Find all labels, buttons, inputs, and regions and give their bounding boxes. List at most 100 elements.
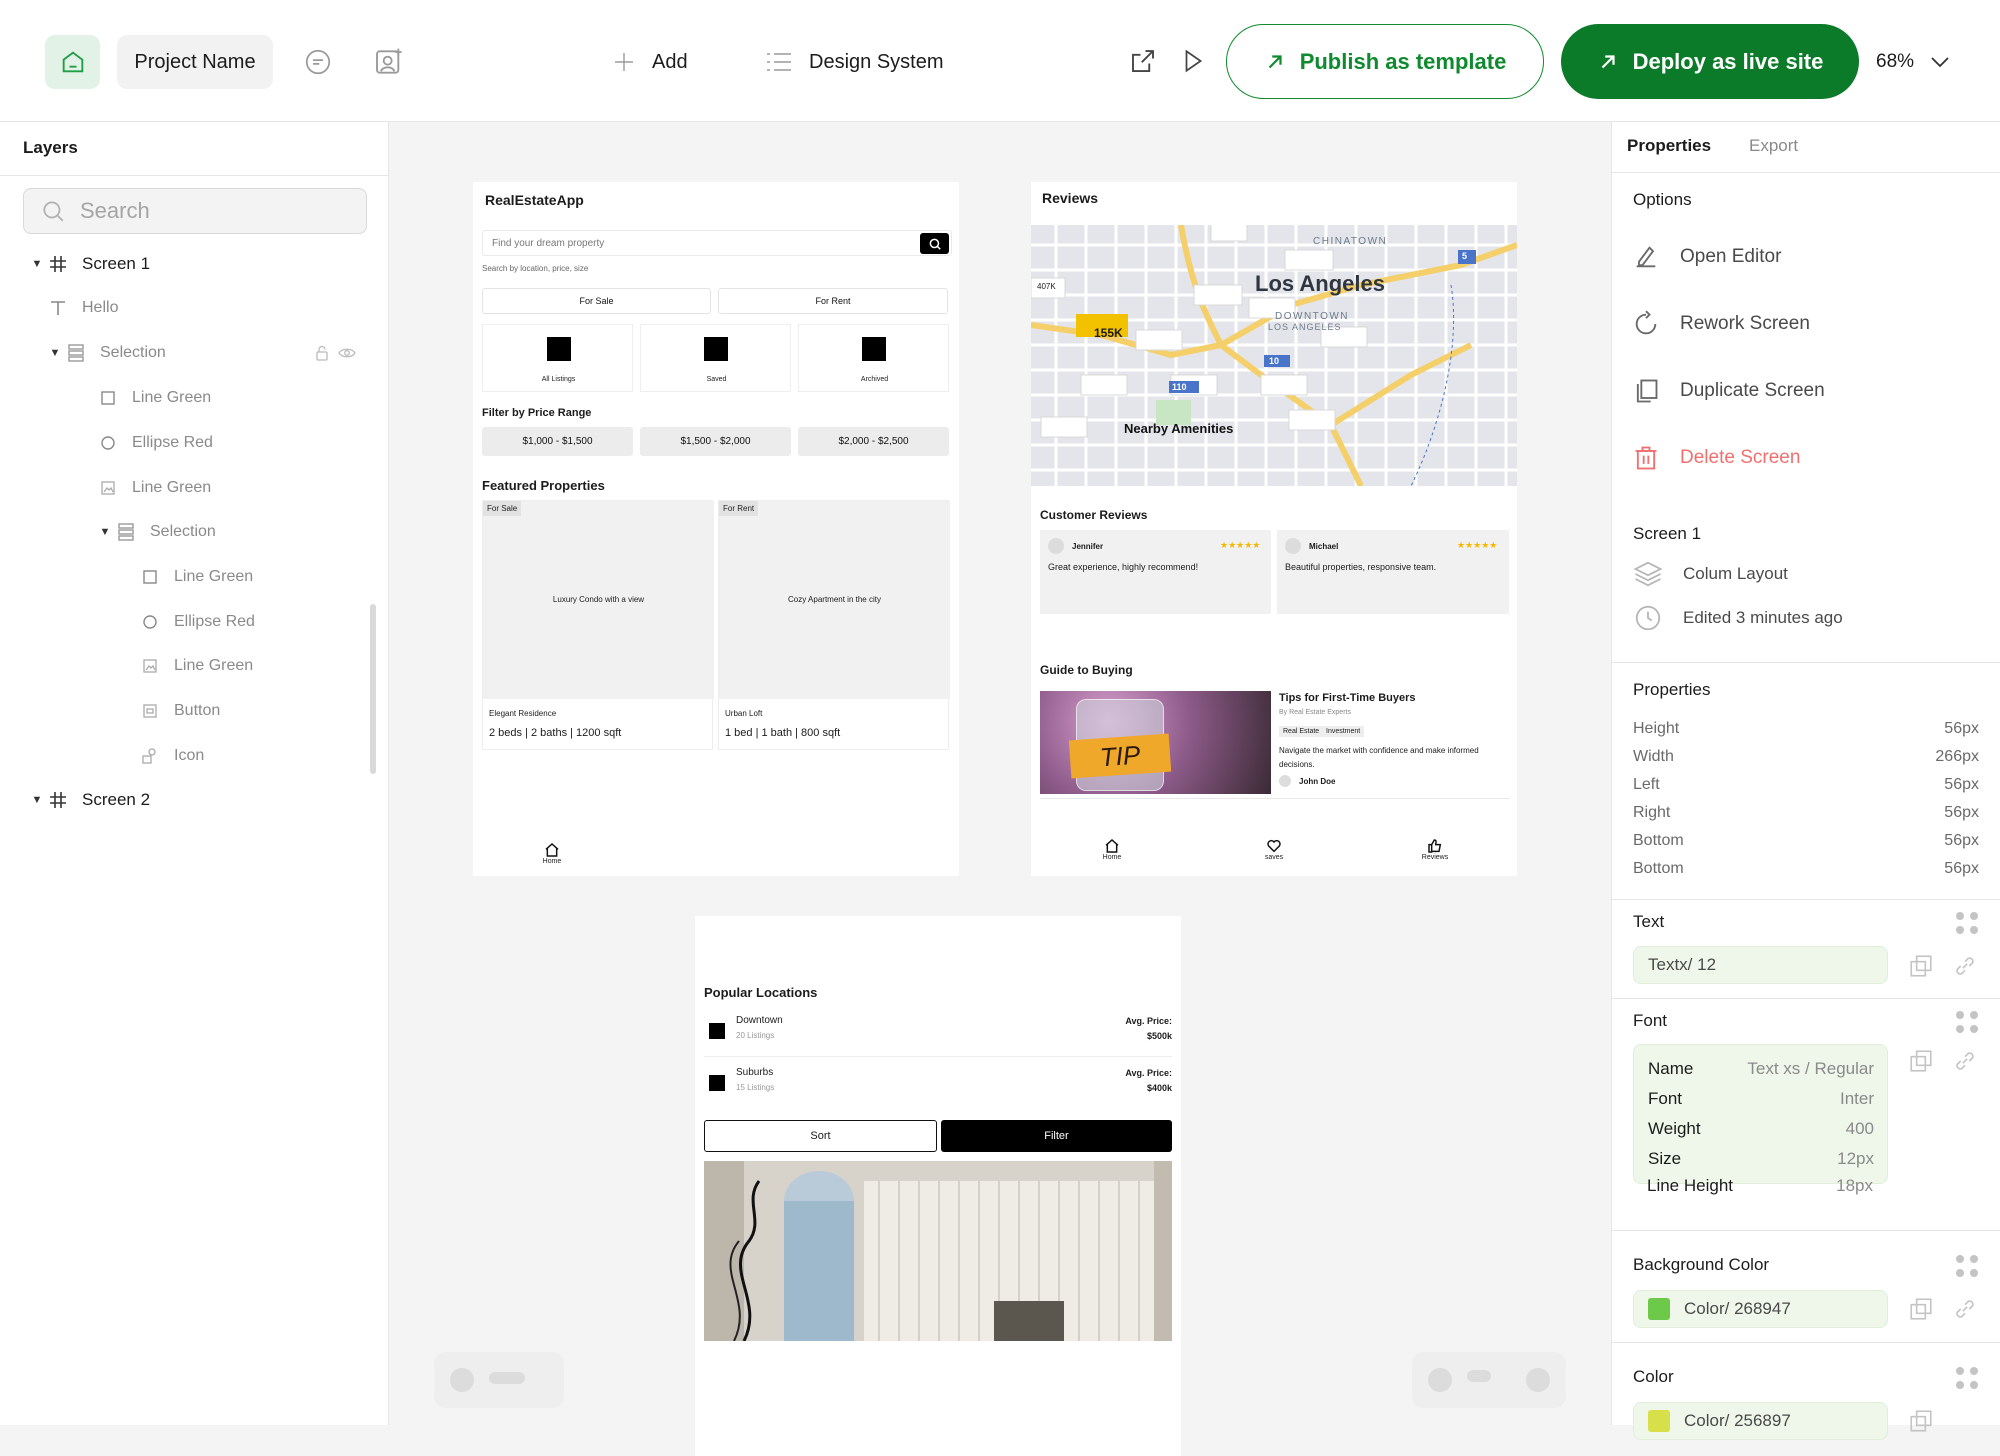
copy-icon[interactable] — [1908, 1296, 1934, 1322]
caret-down-icon[interactable]: ▼ — [28, 258, 46, 270]
map-price-tag[interactable]: 407K — [1037, 282, 1056, 291]
drag-handle-icon[interactable] — [1956, 1255, 1978, 1277]
project-name[interactable]: Project Name — [117, 35, 273, 89]
drag-handle-icon[interactable] — [1956, 1367, 1978, 1389]
layer-line-green[interactable]: Line Green — [96, 470, 211, 506]
price-chip[interactable]: $1,500 - $2,000 — [640, 427, 791, 456]
property-value[interactable]: 56px — [1944, 804, 1979, 822]
article-tag[interactable]: Real Estate — [1279, 726, 1324, 737]
open-editor-option[interactable]: Open Editor — [1632, 243, 1781, 271]
filter-button[interactable]: Filter — [941, 1120, 1172, 1152]
external-link-button[interactable] — [1125, 43, 1161, 79]
screen-3-frame[interactable]: Popular Locations Downtown 20 Listings A… — [695, 916, 1181, 1456]
layer-selection[interactable]: ▼ Selection — [46, 335, 356, 371]
home-button[interactable] — [45, 35, 100, 89]
caret-down-icon[interactable]: ▼ — [28, 794, 46, 806]
canvas-tool-pill[interactable] — [434, 1352, 564, 1408]
preview-button[interactable] — [1175, 43, 1211, 79]
design-system-button[interactable]: Design System — [765, 44, 944, 80]
tab-for-rent[interactable]: For Rent — [718, 288, 948, 314]
sort-button[interactable]: Sort — [704, 1120, 937, 1152]
copy-icon[interactable] — [1908, 1408, 1934, 1434]
layer-selection[interactable]: ▼ Selection — [96, 514, 216, 550]
duplicate-screen-option[interactable]: Duplicate Screen — [1632, 377, 1825, 405]
property-row: Bottom 56px — [1633, 832, 1979, 850]
divider — [1612, 662, 2000, 663]
property-badge: For Rent — [719, 501, 759, 516]
property-search-input[interactable]: Find your dream property — [482, 230, 952, 256]
lock-icon[interactable] — [314, 345, 330, 361]
article-byline: By Real Estate Experts — [1279, 709, 1351, 716]
property-value[interactable]: 56px — [1944, 832, 1979, 850]
eye-icon[interactable] — [338, 345, 356, 361]
publish-template-button[interactable]: Publish as template — [1226, 24, 1544, 99]
layer-hello[interactable]: Hello — [46, 290, 118, 326]
layer-screen-2[interactable]: ▼ Screen 2 — [28, 782, 151, 818]
frame-icon — [46, 788, 70, 812]
reviewer-name: Jennifer — [1072, 542, 1104, 551]
caret-down-icon[interactable]: ▼ — [96, 526, 114, 538]
tab-for-sale[interactable]: For Sale — [482, 288, 711, 314]
property-card[interactable]: For Sale Luxury Condo with a view Elegan… — [482, 500, 714, 750]
search-button[interactable] — [920, 233, 949, 254]
deploy-live-button[interactable]: Deploy as live site — [1561, 24, 1859, 99]
canvas-tool-pill[interactable] — [1412, 1352, 1566, 1408]
category-archived[interactable]: Archived — [798, 324, 949, 392]
copy-icon[interactable] — [1908, 1048, 1934, 1074]
copy-icon[interactable] — [1908, 953, 1934, 979]
rework-screen-option[interactable]: Rework Screen — [1632, 310, 1810, 338]
layer-ellipse-red[interactable]: Ellipse Red — [96, 425, 213, 461]
layer-line-green[interactable]: Line Green — [138, 559, 253, 595]
category-all-listings[interactable]: All Listings — [482, 324, 633, 392]
nav-saves[interactable]: saves — [1257, 838, 1291, 861]
property-card[interactable]: For Rent Cozy Apartment in the city Urba… — [718, 500, 950, 750]
category-saved[interactable]: Saved — [640, 324, 791, 392]
article-tag[interactable]: Investment — [1322, 726, 1365, 737]
layers-scrollbar[interactable] — [370, 604, 376, 774]
design-canvas[interactable]: RealEstateApp Find your dream property S… — [390, 122, 1611, 1456]
home-icon — [1105, 839, 1119, 853]
option-label: Duplicate Screen — [1680, 380, 1825, 401]
nav-reviews[interactable]: Reviews — [1417, 838, 1453, 861]
property-value[interactable]: 56px — [1944, 860, 1979, 878]
color-field[interactable]: Color/ 256897 — [1633, 1402, 1888, 1440]
price-chip[interactable]: $2,000 - $2,500 — [798, 427, 949, 456]
add-button[interactable]: Add — [612, 44, 688, 80]
price-chip[interactable]: $1,000 - $1,500 — [482, 427, 633, 456]
background-color-field[interactable]: Color/ 268947 — [1633, 1290, 1888, 1328]
link-icon[interactable] — [1952, 1048, 1978, 1074]
tab-properties[interactable]: Properties — [1627, 136, 1711, 156]
layer-ellipse-red[interactable]: Ellipse Red — [138, 604, 255, 640]
layer-icon[interactable]: Icon — [138, 738, 204, 774]
property-value[interactable]: 56px — [1944, 776, 1979, 794]
font-style-card[interactable]: Name Text xs / Regular Font Inter Weight 40… — [1633, 1044, 1888, 1184]
drag-handle-icon[interactable] — [1956, 1011, 1978, 1033]
nav-home[interactable]: Home — [537, 842, 567, 865]
property-value[interactable]: 266px — [1935, 748, 1979, 766]
drag-handle-icon[interactable] — [1956, 912, 1978, 934]
screen-2-frame[interactable]: Reviews CHINATOWN Los Angeles DOWNTOWN L… — [1031, 182, 1517, 876]
location-row[interactable]: Downtown 20 Listings Avg. Price: $500k — [704, 1011, 1172, 1057]
text-style-field[interactable]: Textx/ 12 — [1633, 946, 1888, 984]
layer-button[interactable]: Button — [138, 693, 220, 729]
caret-down-icon[interactable]: ▼ — [46, 347, 64, 359]
tab-export[interactable]: Export — [1749, 136, 1798, 156]
delete-screen-option[interactable]: Delete Screen — [1632, 444, 1800, 472]
link-icon[interactable] — [1952, 1296, 1978, 1322]
layer-label: Line Green — [132, 479, 212, 496]
comment-button[interactable] — [300, 44, 336, 80]
property-value[interactable]: 56px — [1944, 720, 1979, 738]
screen-1-frame[interactable]: RealEstateApp Find your dream property S… — [473, 182, 959, 876]
map-view[interactable]: CHINATOWN Los Angeles DOWNTOWN LOS ANGEL… — [1031, 225, 1517, 486]
map-price-tag[interactable]: 155K — [1094, 326, 1123, 340]
layers-search-input[interactable]: Search — [23, 188, 367, 234]
layer-line-green[interactable]: Line Green — [96, 380, 211, 416]
layer-label: Icon — [174, 747, 205, 764]
nav-home[interactable]: Home — [1097, 838, 1127, 861]
add-user-button[interactable] — [371, 44, 407, 80]
zoom-dropdown[interactable]: 68% — [1876, 44, 1950, 80]
location-row[interactable]: Suburbs 15 Listings Avg. Price: $400k — [704, 1063, 1172, 1109]
layer-screen-1[interactable]: ▼ Screen 1 — [28, 246, 151, 282]
link-icon[interactable] — [1952, 953, 1978, 979]
layer-line-green[interactable]: Line Green — [138, 648, 253, 684]
